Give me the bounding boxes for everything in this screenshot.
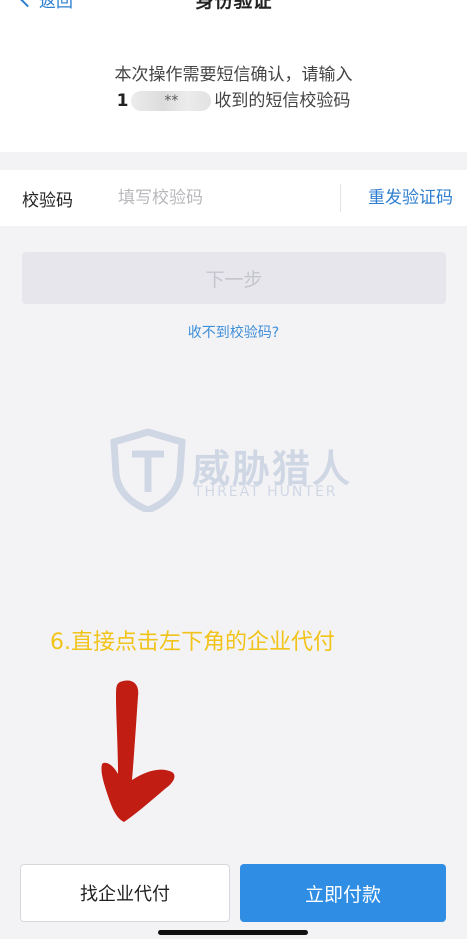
home-indicator [158, 930, 308, 935]
page-title: 身份验证 [195, 0, 272, 12]
red-arrow-down-icon [101, 680, 175, 822]
sms-hint-line2: 1 ** 收到的短信校验码 [0, 88, 467, 114]
next-step-button[interactable]: 下一步 [22, 252, 446, 304]
watermark: 威胁猎人 THREAT HUNTER [108, 428, 368, 514]
divider [340, 184, 341, 212]
phone-prefix: 1 [116, 91, 129, 111]
shield-logo-icon [110, 428, 186, 514]
sms-verify-panel: 返回 身份验证 本次操作需要短信确认，请输入 1 ** 收到的短信校验码 [0, 0, 467, 152]
no-code-link[interactable]: 收不到校验码? [0, 322, 467, 342]
sms-hint: 本次操作需要短信确认，请输入 1 ** 收到的短信校验码 [0, 62, 467, 114]
code-label: 校验码 [22, 190, 73, 211]
resend-code-link[interactable]: 重发验证码 [368, 170, 453, 226]
company-pay-button[interactable]: 找企业代付 [20, 864, 230, 922]
sms-hint-line1: 本次操作需要短信确认，请输入 [114, 65, 353, 85]
instruction-annotation: 6.直接点击左下角的企业代付 [50, 630, 335, 655]
sms-hint-suffix: 收到的短信校验码 [214, 91, 351, 111]
bottom-action-bar: 找企业代付 立即付款 [0, 852, 467, 939]
phone-number-masked: ** [131, 91, 212, 111]
verification-code-row: 校验码 重发验证码 [0, 170, 467, 226]
verification-code-input[interactable] [118, 188, 318, 208]
watermark-name-en: THREAT HUNTER [194, 484, 338, 500]
pay-now-button[interactable]: 立即付款 [240, 864, 446, 922]
